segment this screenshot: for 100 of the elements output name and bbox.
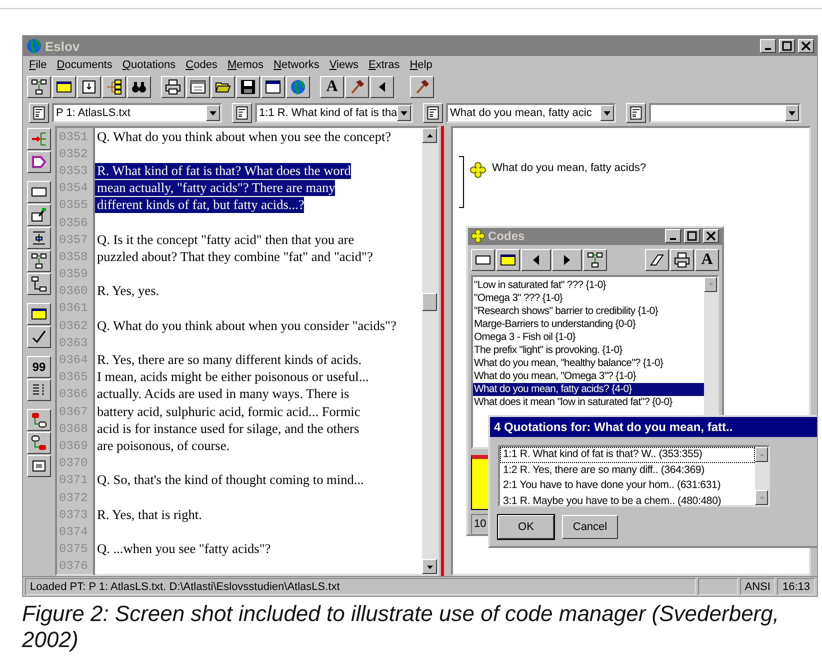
menu-item[interactable]: Quotations [122, 59, 176, 71]
font-button[interactable]: A [320, 76, 344, 98]
menu-item[interactable]: Memos [227, 59, 264, 71]
toolbar-button[interactable] [583, 248, 607, 271]
dropdown[interactable]: P 1: AtlasLS.txt [52, 103, 222, 123]
toolbar-button[interactable] [27, 326, 51, 348]
list-button[interactable] [423, 103, 443, 123]
window-icon [265, 79, 281, 95]
import-icon [81, 79, 97, 95]
code-item[interactable]: What do you mean, "healthy balance"? {1-0} [473, 356, 704, 370]
toolbar-button[interactable] [52, 76, 76, 98]
quotation-item[interactable]: 1:2 R. Yes, there are so many diff.. (364:369) [500, 462, 755, 478]
maximize-button[interactable] [684, 229, 700, 244]
toolbar-button[interactable] [27, 409, 51, 431]
menu-item[interactable]: Documents [56, 59, 112, 71]
toolbar-button[interactable] [261, 76, 285, 98]
toolbar-button[interactable] [77, 76, 101, 98]
scroll-thumb[interactable] [422, 293, 437, 311]
toolbar-button[interactable] [521, 248, 551, 271]
close-icon [706, 231, 716, 242]
code-item[interactable]: What do you mean, fatty acids? {4-0} [473, 382, 704, 396]
binoculars-icon [131, 79, 147, 95]
toolbar-button[interactable] [27, 455, 51, 477]
line-number: 0374 [57, 523, 95, 540]
dropdown[interactable]: 1:1 R. What kind of fat is tha [255, 103, 413, 123]
document-icon [629, 106, 643, 120]
toolbar-button[interactable] [27, 204, 51, 226]
globe-icon [290, 79, 306, 95]
line-number: 0376 [57, 558, 95, 575]
toolbar-button[interactable] [236, 76, 260, 98]
toolbar-button[interactable] [410, 76, 434, 98]
toolbar-button[interactable] [161, 76, 185, 98]
code-item[interactable]: "Research shows" barrier to credibility {1-0} [473, 304, 704, 318]
code-label: What do you mean, fatty acids? [492, 162, 646, 174]
printer-icon [165, 79, 181, 95]
tag-icon [31, 154, 47, 170]
window-icon [500, 252, 516, 268]
menu-item[interactable]: File [29, 59, 47, 71]
maximize-icon [782, 41, 792, 51]
align-icon [31, 230, 47, 246]
font-button[interactable]: A [695, 248, 719, 271]
menu-item[interactable]: Views [329, 59, 359, 71]
ok-button[interactable]: OK [498, 515, 554, 539]
menu-item[interactable]: Codes [186, 59, 218, 71]
scrollbar[interactable] [422, 128, 437, 574]
cancel-button[interactable]: Cancel [562, 515, 618, 539]
dropdown[interactable]: What do you mean, fatty acic [446, 103, 616, 123]
toolbar-button[interactable] [27, 181, 51, 203]
scrollbar[interactable] [755, 447, 768, 505]
code-item[interactable]: What do you mean, "Omega 3"? {1-0} [473, 370, 704, 383]
toolbar-button[interactable] [286, 76, 310, 98]
toolbar-button[interactable] [471, 248, 495, 271]
code-item[interactable]: Omega 3 - Fish oil {1-0} [473, 330, 704, 344]
link-icon [31, 435, 47, 451]
code-item[interactable]: The prefix "light" is provoking. {1-0} [473, 344, 704, 357]
menu-item[interactable]: Help [410, 59, 432, 71]
line-number: 0356 [57, 214, 95, 232]
toolbar-button[interactable] [27, 273, 51, 295]
toolbar-button[interactable] [27, 379, 51, 401]
quote-button[interactable]: 99 [27, 356, 51, 378]
minimize-button[interactable] [760, 39, 776, 53]
code-item[interactable]: "Omega 3" ??? {1-0} [473, 292, 704, 305]
toolbar-button[interactable] [27, 303, 51, 325]
toolbar-button[interactable] [211, 76, 235, 98]
code-item[interactable]: "Low in saturated fat" ??? {1-0} [473, 278, 704, 292]
toolbar-button[interactable] [27, 151, 51, 173]
minimize-button[interactable] [665, 229, 681, 244]
toolbar-button[interactable] [552, 248, 582, 271]
maximize-button[interactable] [779, 39, 795, 53]
menu-item[interactable]: Extras [368, 59, 400, 71]
list-button[interactable] [626, 103, 646, 123]
quotation-item[interactable]: 3:1 R. Maybe you have to be a chem.. (480:480) [500, 494, 755, 509]
hammer-icon [414, 79, 430, 95]
toolbar-button[interactable] [645, 248, 669, 271]
toolbar-button[interactable] [370, 76, 394, 98]
toolbar-button[interactable] [27, 227, 51, 249]
clock-label: 16:13 [777, 578, 815, 595]
toolbar-button[interactable] [670, 248, 694, 271]
toolbar-button[interactable] [496, 248, 520, 271]
quotation-item[interactable]: 2:1 You have to have done your hom.. (631:631) [500, 478, 755, 494]
printer-icon [674, 252, 690, 268]
toolbar-button[interactable] [27, 432, 51, 454]
toolbar-button[interactable] [102, 76, 126, 98]
toolbar-button[interactable] [27, 76, 51, 98]
toolbar-button[interactable] [27, 250, 51, 272]
close-button[interactable] [798, 39, 814, 53]
code-item[interactable]: What does it mean "low in saturated fat"? {0-0} [473, 396, 704, 409]
status-message: Loaded PT: P 1: AtlasLS.txt. D:\Atlasti\Eslovsstudien\AtlasLS.txt [25, 578, 696, 595]
quotation-item[interactable]: 1:1 R. What kind of fat is that? W.. (353:355) [500, 447, 755, 462]
edit-icon [31, 207, 47, 223]
list-button[interactable] [29, 103, 49, 123]
toolbar-button[interactable] [345, 76, 369, 98]
list-button[interactable] [232, 103, 252, 123]
toolbar-button[interactable] [27, 128, 51, 150]
code-item[interactable]: Marge-Barriers to understanding {0-0} [473, 318, 704, 331]
toolbar-button[interactable] [127, 76, 151, 98]
close-button[interactable] [703, 229, 719, 244]
window-icon [31, 306, 47, 322]
toolbar-button[interactable] [186, 76, 210, 98]
menu-item[interactable]: Networks [274, 59, 320, 71]
